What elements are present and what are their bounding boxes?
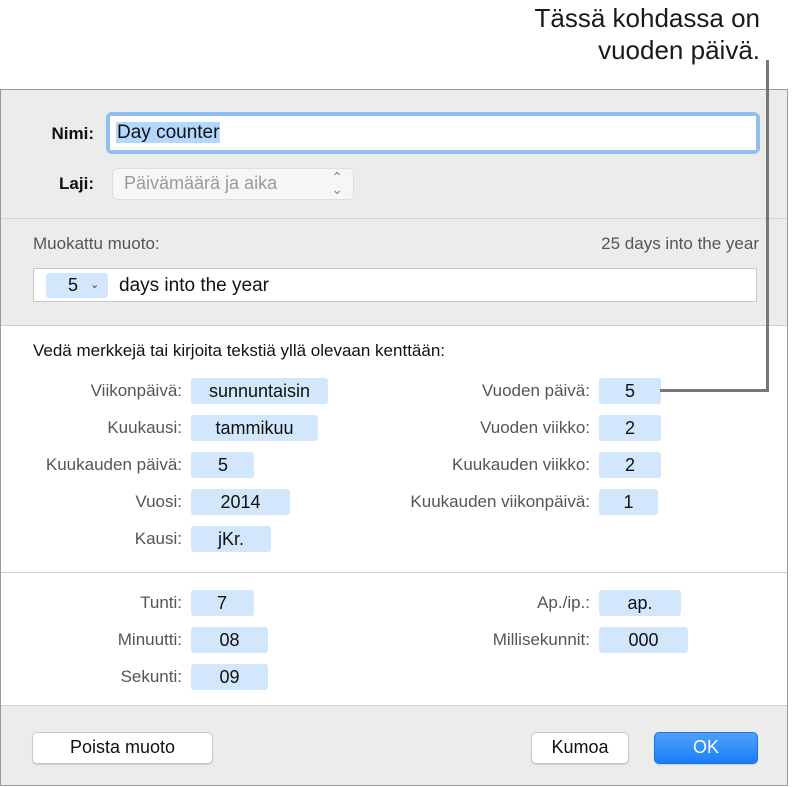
remove-format-button[interactable]: Poista muoto: [32, 732, 213, 764]
token-label: Viikonpäivä:: [90, 381, 182, 400]
ok-button[interactable]: OK: [654, 732, 758, 764]
format-token-value: 5: [68, 275, 79, 295]
token-day-of-year[interactable]: 5: [599, 378, 661, 404]
name-input[interactable]: Day counter: [106, 112, 760, 154]
token-week-of-year[interactable]: 2: [599, 415, 661, 441]
token-label: Sekunti:: [120, 667, 182, 686]
token-year[interactable]: 2014: [191, 489, 290, 515]
format-token-day-of-year[interactable]: 5 ⌄: [46, 273, 108, 298]
type-label: Laji:: [59, 174, 94, 193]
callout-leader-line: [766, 60, 769, 392]
token-weekday[interactable]: sunnuntaisin: [191, 378, 328, 404]
token-day-of-month[interactable]: 5: [191, 452, 254, 478]
token-month[interactable]: tammikuu: [191, 415, 318, 441]
token-milliseconds[interactable]: 000: [599, 627, 688, 653]
callout-text-line-1: Tässä kohdassa on: [534, 3, 760, 33]
token-label: Kuukauden päivä:: [45, 455, 182, 474]
token-label: Vuosi:: [135, 492, 182, 511]
token-minute[interactable]: 08: [191, 627, 268, 653]
format-suffix-text: days into the year: [119, 275, 269, 296]
type-popup-value: Päivämäärä ja aika: [124, 173, 278, 193]
callout-leader-line: [660, 389, 769, 392]
token-label: Millisekunnit:: [492, 630, 590, 649]
token-second[interactable]: 09: [191, 664, 268, 690]
token-label: Kuukausi:: [107, 418, 182, 437]
token-hour[interactable]: 7: [191, 590, 254, 616]
token-label: Kuukauden viikko:: [452, 455, 590, 474]
callout-text-line-2: vuoden päivä.: [598, 35, 760, 65]
token-label: Kuukauden viikonpäivä:: [410, 492, 590, 511]
name-label: Nimi:: [51, 124, 95, 143]
format-preview: 25 days into the year: [601, 234, 759, 253]
token-label: Ap./ip.:: [537, 593, 590, 612]
type-popup-button[interactable]: Päivämäärä ja aika ⌃ ⌄: [112, 168, 354, 200]
token-am-pm[interactable]: ap.: [599, 590, 681, 616]
custom-format-label: Muokattu muoto:: [33, 234, 160, 253]
token-label: Minuutti:: [117, 630, 182, 649]
token-week-of-month[interactable]: 2: [599, 452, 661, 478]
token-label: Vuoden viikko:: [480, 418, 590, 437]
token-era[interactable]: jKr.: [191, 526, 271, 552]
token-label: Kausi:: [134, 529, 182, 548]
token-weekday-of-month[interactable]: 1: [599, 489, 658, 515]
chevron-down-icon[interactable]: ⌄: [90, 273, 99, 298]
token-label: Vuoden päivä:: [481, 381, 590, 400]
name-input-value: Day counter: [116, 122, 221, 143]
token-label: Tunti:: [140, 593, 182, 612]
up-down-chevron-icon: ⌃ ⌄: [331, 169, 343, 197]
instructions-text: Vedä merkkejä tai kirjoita tekstiä yllä …: [33, 341, 446, 360]
cancel-button[interactable]: Kumoa: [531, 732, 629, 764]
